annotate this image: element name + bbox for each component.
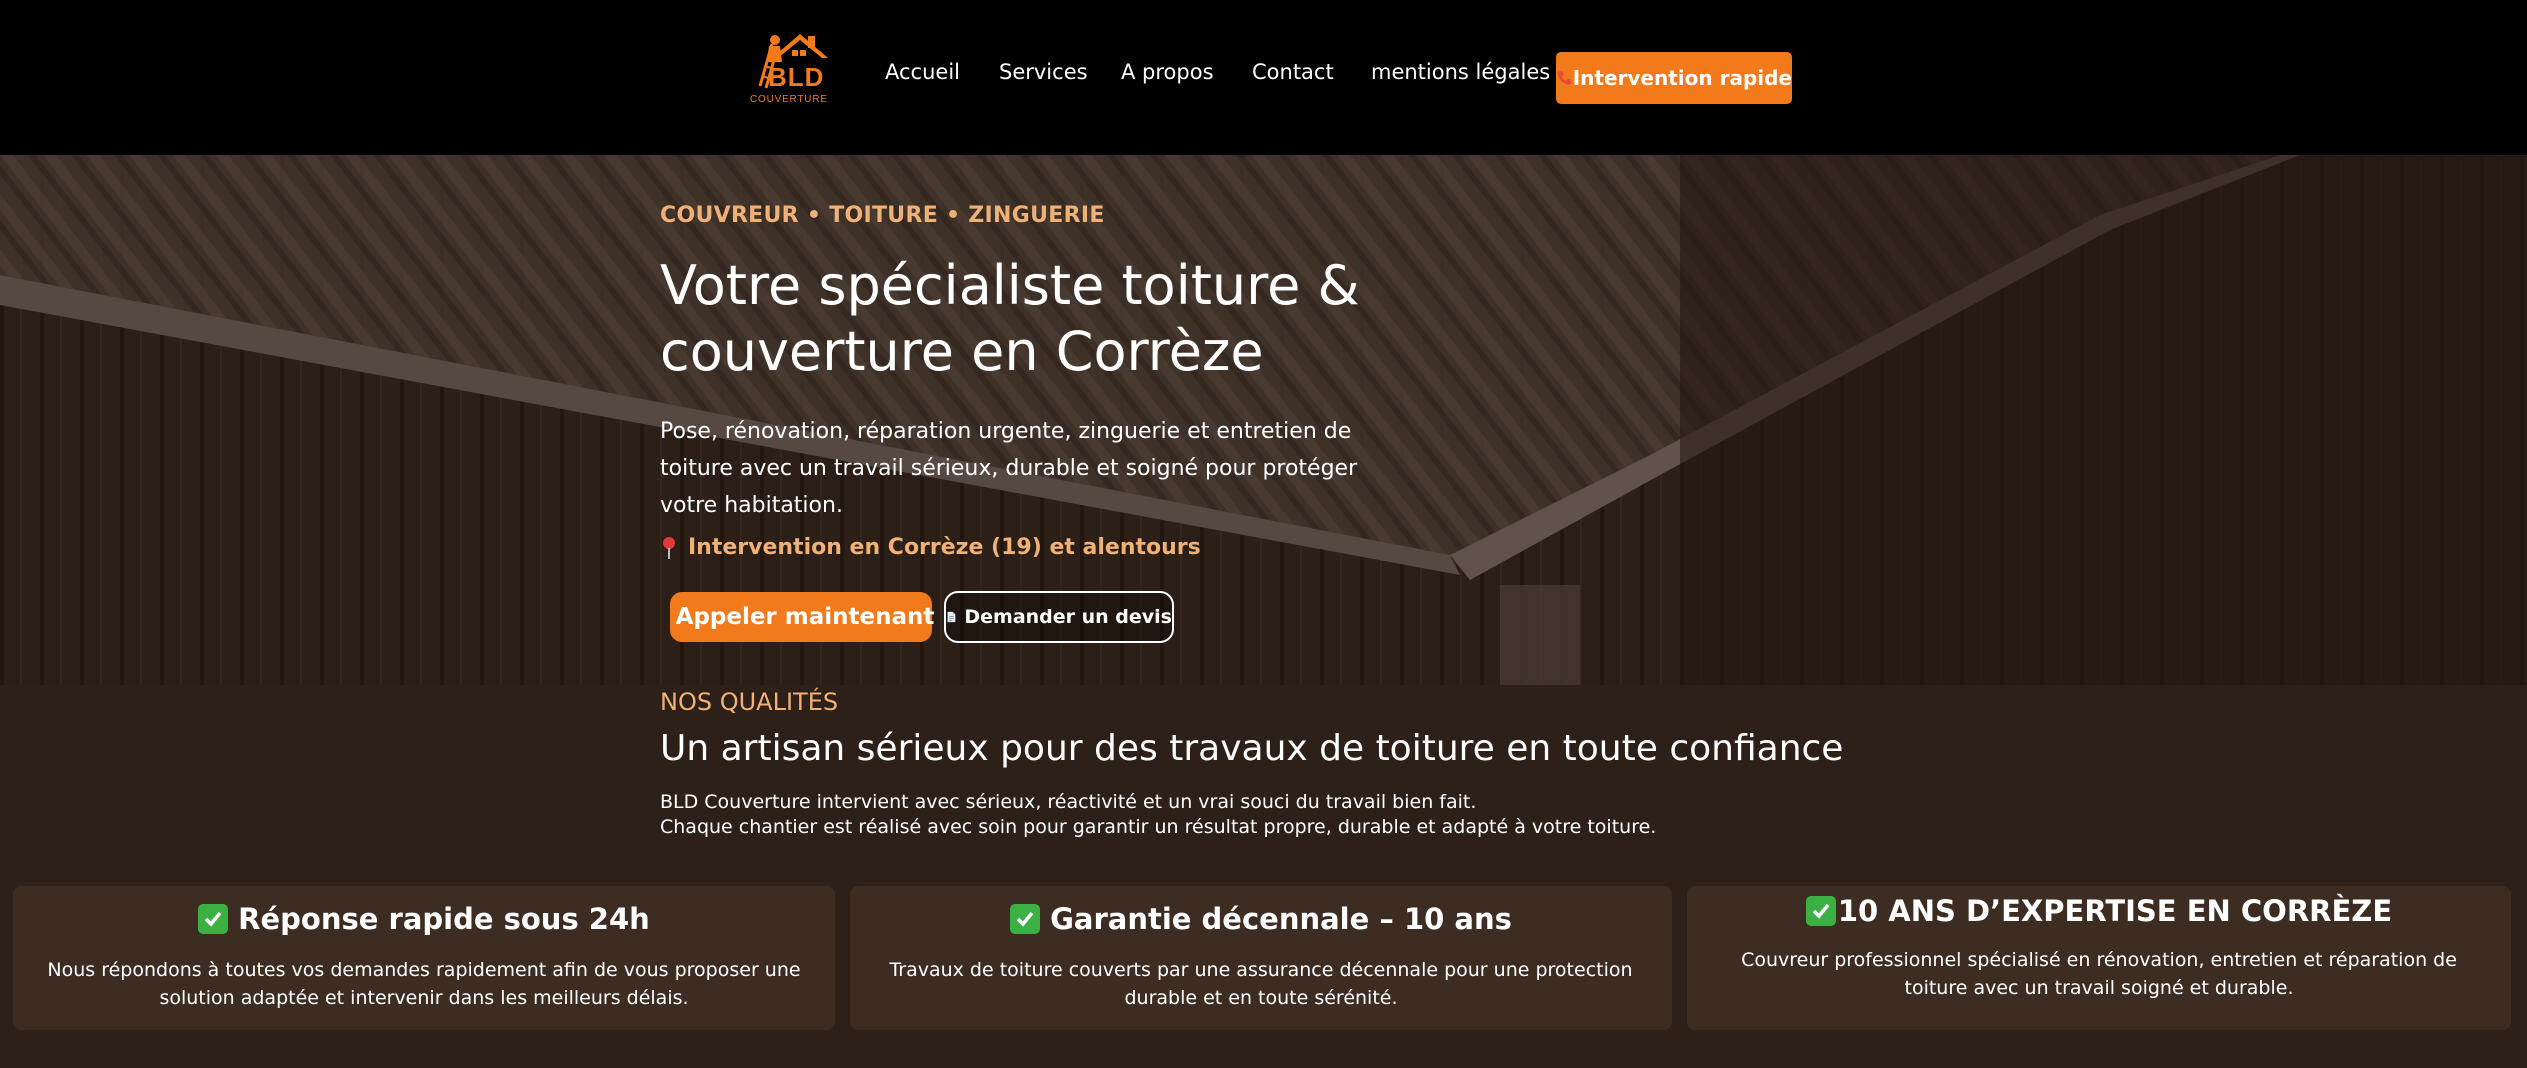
call-now-button[interactable]: Appeler maintenant — [670, 592, 935, 642]
check-mark-icon — [198, 904, 229, 934]
bld-logo[interactable]: BLD COUVERTURE — [742, 28, 834, 112]
intervention-rapide-button[interactable]: Intervention rapide — [1556, 52, 1792, 104]
quality-card-text: Nous répondons à toutes vos demandes rap… — [47, 959, 801, 1009]
request-quote-button[interactable]: Demander un devis — [944, 591, 1174, 643]
check-mark-icon — [1010, 904, 1041, 934]
hero-description: Pose, rénovation, réparation urgente, zi… — [660, 419, 1358, 518]
nav-services[interactable]: Services — [999, 60, 1088, 84]
qualities-intro-line-1: BLD Couverture intervient avec sérieux, … — [660, 791, 1477, 813]
quality-card-fast-response: Réponse rapide sous 24h Nous répondons à… — [13, 886, 835, 1030]
nav-contact[interactable]: Contact — [1252, 60, 1334, 84]
check-mark-icon — [1805, 896, 1836, 926]
quality-card-text: Couvreur professionnel spécialisé en rén… — [1741, 949, 2457, 999]
site-header: BLD COUVERTURE Accueil Services A propos… — [0, 0, 2527, 155]
document-icon — [947, 611, 956, 623]
quality-card-title-text: 10 ANS D’EXPERTISE EN CORRÈZE — [1837, 894, 2393, 928]
quality-card-title: Garantie décennale – 10 ans — [850, 902, 1672, 936]
qualities-title: Un artisan sérieux pour des travaux de t… — [660, 728, 1844, 769]
logo-name: BLD — [768, 62, 825, 92]
nav-accueil[interactable]: Accueil — [885, 60, 960, 84]
quality-card-guarantee: Garantie décennale – 10 ans Travaux de t… — [850, 886, 1672, 1030]
quality-card-title: Réponse rapide sous 24h — [13, 902, 835, 936]
service-area-label: Intervention en Corrèze (19) et alentour… — [688, 535, 1201, 560]
phone-icon — [1557, 71, 1572, 85]
call-now-label: Appeler maintenant — [675, 604, 935, 630]
quality-card-title-text: Réponse rapide sous 24h — [238, 902, 650, 936]
quality-card-expertise: 10 ANS D’EXPERTISE EN CORRÈZE Couvreur p… — [1687, 886, 2511, 1030]
location-pin-icon — [663, 536, 675, 559]
quality-card-title-text: Garantie décennale – 10 ans — [1050, 902, 1512, 936]
hero-eyebrow: COUVREUR • TOITURE • ZINGUERIE — [660, 203, 1105, 228]
qualities-intro: BLD Couverture intervient avec sérieux, … — [660, 790, 1760, 840]
qualities-eyebrow: NOS QUALITÉS — [660, 688, 839, 716]
quality-card-title: 10 ANS D’EXPERTISE EN CORRÈZE — [1687, 894, 2511, 928]
request-quote-label: Demander un devis — [964, 606, 1172, 628]
hero-section: COUVREUR • TOITURE • ZINGUERIE Votre spé… — [0, 155, 2527, 685]
hero-title: Votre spécialiste toiture & couverture e… — [660, 254, 1360, 383]
quality-card-text: Travaux de toiture couverts par une assu… — [889, 959, 1633, 1009]
service-area: Intervention en Corrèze (19) et alentour… — [660, 535, 1201, 560]
qualities-intro-line-2: Chaque chantier est réalisé avec soin po… — [660, 816, 1657, 838]
nav-a-propos[interactable]: A propos — [1121, 60, 1214, 84]
nav-mentions-legales[interactable]: mentions légales — [1371, 60, 1550, 84]
intervention-rapide-label: Intervention rapide — [1572, 66, 1792, 90]
logo-tagline: COUVERTURE — [750, 94, 828, 105]
